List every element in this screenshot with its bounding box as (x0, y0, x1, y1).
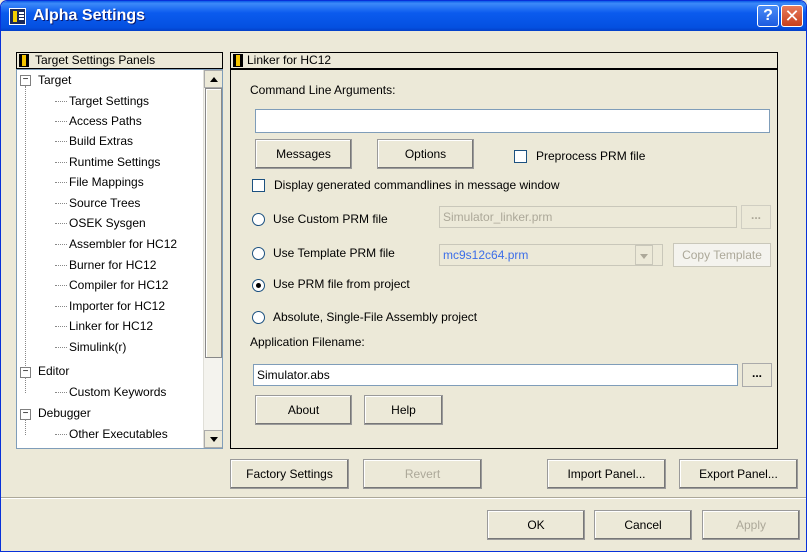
project-prm-label: Use PRM file from project (273, 277, 410, 291)
app-filename-input[interactable]: Simulator.abs (253, 364, 738, 386)
panel-header: Linker for HC12 (230, 52, 778, 69)
scroll-down-icon[interactable] (204, 430, 222, 448)
help-icon[interactable]: ? (757, 5, 779, 27)
tree-connector (55, 121, 67, 122)
apply-button[interactable]: Apply (702, 510, 800, 540)
template-prm-label: Use Template PRM file (273, 246, 395, 260)
custom-prm-radio[interactable] (252, 213, 265, 226)
tree-connector (55, 392, 67, 393)
cancel-button[interactable]: Cancel (594, 510, 692, 540)
linker-panel: Command Line Arguments: Messages Options… (230, 69, 778, 449)
tree-item-linker-hc12[interactable]: Linker for HC12 (69, 316, 153, 336)
absolute-project-radio[interactable] (252, 311, 265, 324)
chevron-down-icon[interactable] (635, 245, 653, 265)
tree-item-build-extras[interactable]: Build Extras (69, 131, 133, 151)
export-panel-button[interactable]: Export Panel... (679, 459, 798, 489)
panel-header-label: Linker for HC12 (247, 53, 332, 67)
custom-prm-label: Use Custom PRM file (273, 212, 388, 226)
settings-tree[interactable]: − Target Target Settings Access Paths Bu… (16, 69, 223, 449)
tree-connector (55, 182, 67, 183)
app-icon (9, 8, 26, 25)
tree-guide-line (25, 86, 26, 366)
tree-connector (55, 306, 67, 307)
about-button[interactable]: About (255, 395, 352, 425)
tree-item-editor[interactable]: Editor (38, 361, 69, 381)
display-cmd-label: Display generated commandlines in messag… (274, 178, 560, 192)
tree-connector (55, 141, 67, 142)
close-icon[interactable]: ✕ (781, 5, 803, 27)
scroll-thumb[interactable] (205, 88, 222, 358)
alpha-settings-dialog: Alpha Settings ? ✕ Target Settings Panel… (0, 0, 807, 552)
copy-template-button[interactable]: Copy Template (673, 243, 771, 267)
tree-item-source-trees[interactable]: Source Trees (69, 193, 140, 213)
factory-settings-button[interactable]: Factory Settings (230, 459, 349, 489)
template-prm-select[interactable]: mc9s12c64.prm (439, 244, 663, 266)
tree-connector (55, 285, 67, 286)
tree-item-simulink[interactable]: Simulink(r) (69, 337, 126, 357)
tree-item-file-mappings[interactable]: File Mappings (69, 172, 144, 192)
tree-connector (55, 101, 67, 102)
window-title: Alpha Settings (33, 7, 146, 24)
collapse-target-icon[interactable]: − (20, 75, 31, 86)
tree-item-assembler-hc12[interactable]: Assembler for HC12 (69, 234, 177, 254)
title-bar[interactable]: Alpha Settings ? ✕ (1, 1, 806, 31)
project-prm-radio[interactable] (252, 279, 265, 292)
help-button[interactable]: Help (364, 395, 443, 425)
ok-button[interactable]: OK (487, 510, 585, 540)
tree-item-runtime-settings[interactable]: Runtime Settings (69, 152, 160, 172)
preprocess-prm-label: Preprocess PRM file (536, 149, 646, 163)
tree-header: Target Settings Panels (16, 52, 223, 69)
tree-connector (55, 162, 67, 163)
cmd-args-label: Command Line Arguments: (250, 83, 396, 97)
tree-scrollbar[interactable] (203, 70, 222, 448)
tree-connector (55, 434, 67, 435)
tree-connector (55, 244, 67, 245)
tree-item-importer-hc12[interactable]: Importer for HC12 (69, 296, 165, 316)
panel-icon (233, 54, 243, 67)
tree-item-target-settings[interactable]: Target Settings (69, 91, 149, 111)
tree-item-custom-keywords[interactable]: Custom Keywords (69, 382, 166, 402)
tree-connector (55, 265, 67, 266)
tree-header-label: Target Settings Panels (35, 53, 156, 67)
tree-connector (55, 203, 67, 204)
custom-prm-browse-button[interactable]: ... (741, 205, 771, 229)
custom-prm-input[interactable]: Simulator_linker.prm (439, 206, 737, 228)
messages-button[interactable]: Messages (255, 139, 352, 169)
tree-item-compiler-hc12[interactable]: Compiler for HC12 (69, 275, 168, 295)
options-button[interactable]: Options (377, 139, 474, 169)
app-filename-label: Application Filename: (250, 335, 365, 349)
footer-divider (1, 497, 806, 499)
scroll-up-icon[interactable] (204, 70, 222, 88)
absolute-project-label: Absolute, Single-File Assembly project (273, 310, 478, 324)
panel-icon (19, 54, 29, 67)
tree-item-other-executables[interactable]: Other Executables (69, 424, 168, 444)
tree-item-access-paths[interactable]: Access Paths (69, 111, 142, 131)
preprocess-prm-checkbox[interactable] (514, 150, 527, 163)
template-prm-radio[interactable] (252, 247, 265, 260)
tree-guide-line (25, 419, 26, 435)
import-panel-button[interactable]: Import Panel... (547, 459, 666, 489)
display-cmd-checkbox[interactable] (252, 179, 265, 192)
tree-item-target[interactable]: Target (38, 70, 71, 90)
tree-item-burner-hc12[interactable]: Burner for HC12 (69, 255, 156, 275)
tree-guide-line (25, 377, 26, 393)
tree-item-debugger[interactable]: Debugger (38, 403, 91, 423)
tree-connector (55, 223, 67, 224)
tree-connector (55, 347, 67, 348)
revert-button[interactable]: Revert (363, 459, 482, 489)
app-filename-browse-button[interactable]: ... (742, 363, 772, 387)
cmd-args-input[interactable] (255, 109, 770, 133)
tree-connector (55, 326, 67, 327)
tree-item-osek-sysgen[interactable]: OSEK Sysgen (69, 213, 146, 233)
